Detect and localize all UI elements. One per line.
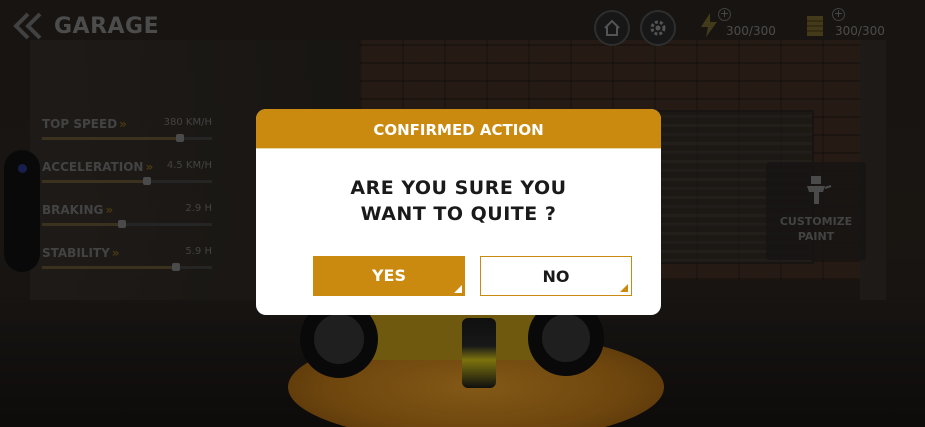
- dialog-title: CONFIRMED ACTION: [256, 109, 661, 149]
- dialog-message-line: ARE YOU SURE YOU: [350, 177, 567, 199]
- corner-triangle-icon: [454, 285, 462, 293]
- dialog-message-line: WANT TO QUITE ?: [360, 203, 557, 225]
- no-label: NO: [542, 267, 570, 286]
- no-button[interactable]: NO: [480, 256, 632, 296]
- yes-label: YES: [371, 266, 407, 285]
- yes-button[interactable]: YES: [313, 256, 465, 296]
- dialog-message: ARE YOU SURE YOU WANT TO QUITE ?: [256, 175, 661, 227]
- confirm-dialog: CONFIRMED ACTION ARE YOU SURE YOU WANT T…: [256, 109, 661, 315]
- corner-triangle-icon: [620, 284, 628, 292]
